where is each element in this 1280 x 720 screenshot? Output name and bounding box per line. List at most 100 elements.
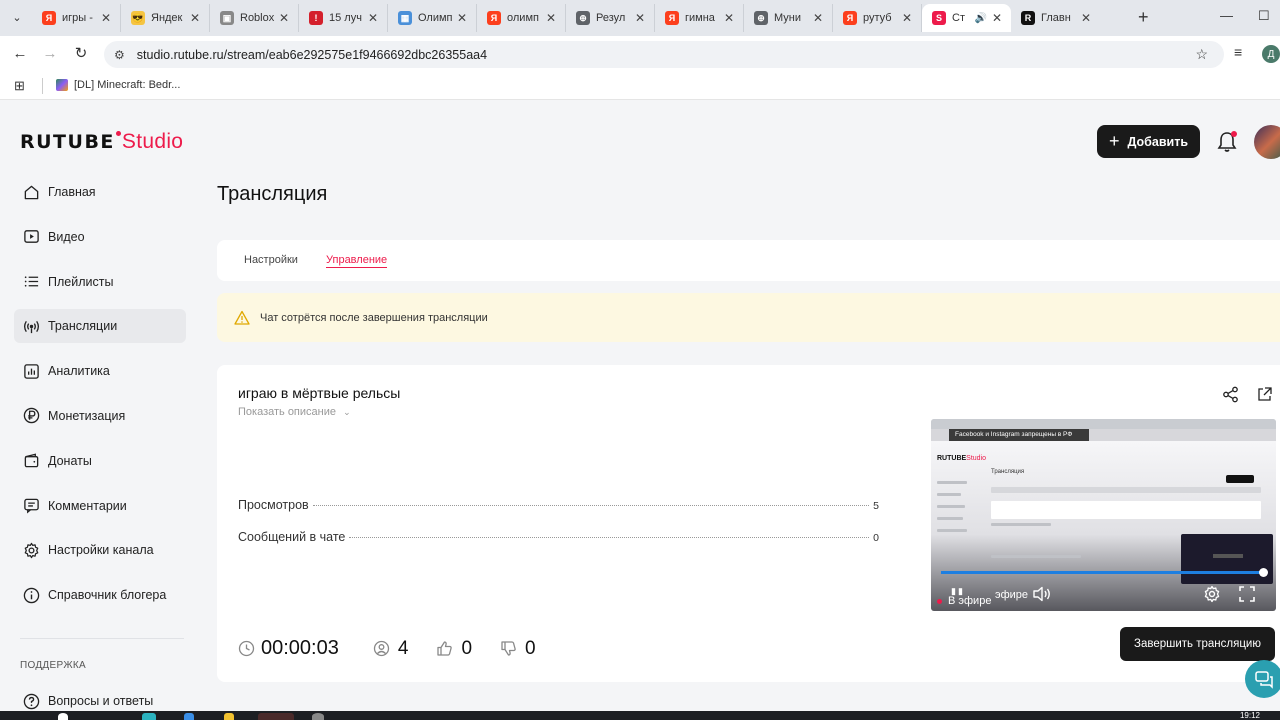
sidebar-item-label: Комментарии: [48, 498, 127, 513]
tab-favicon-icon: ▦: [398, 11, 412, 25]
browser-tab[interactable]: Ягимна ✕: [655, 4, 744, 32]
views-stat: Просмотров 5: [238, 498, 879, 512]
sidebar-item-info[interactable]: Справочник блогера: [14, 578, 186, 612]
start-icon[interactable]: [58, 713, 68, 720]
minimize-button[interactable]: —: [1220, 8, 1233, 23]
preview-progress-fill: [941, 571, 1263, 574]
sidebar-item-broadcast[interactable]: Трансляции: [14, 309, 186, 344]
browser-tab[interactable]: Яолимп ✕: [477, 4, 566, 32]
tab-audio-icon[interactable]: 🔊: [975, 13, 987, 24]
maximize-button[interactable]: ☐: [1258, 8, 1270, 24]
tab-settings[interactable]: Настройки: [244, 254, 298, 266]
new-tab-button[interactable]: +: [1138, 7, 1149, 28]
browser-tab[interactable]: Ярутуб ✕: [833, 4, 922, 32]
preview-line: [937, 505, 965, 508]
tab-close-icon[interactable]: ✕: [187, 11, 203, 25]
tab-title: 15 луч: [329, 12, 362, 24]
sidebar-item-label: Вопросы и ответы: [48, 694, 154, 708]
open-external-icon[interactable]: [1256, 386, 1273, 403]
sidebar-divider: [20, 638, 184, 639]
viewers-value: 4: [397, 637, 409, 659]
taskbar-app-icon[interactable]: [184, 713, 194, 720]
tab-close-icon[interactable]: ✕: [276, 11, 292, 25]
sidebar-item-ruble[interactable]: Монетизация: [14, 399, 186, 433]
sidebar-item-label: Плейлисты: [48, 274, 114, 289]
forward-button[interactable]: →: [40, 44, 60, 64]
sidebar-item-playlist[interactable]: Плейлисты: [14, 265, 186, 299]
tab-search-button[interactable]: ⌄: [6, 8, 28, 28]
tab-close-icon[interactable]: ✕: [365, 11, 381, 25]
rutube-studio-logo[interactable]: RUTUBE Studio: [20, 130, 183, 154]
tab-close-icon[interactable]: ✕: [810, 11, 826, 25]
clock-icon: [238, 640, 255, 657]
tab-close-icon[interactable]: ✕: [899, 11, 915, 25]
user-avatar[interactable]: [1254, 125, 1280, 159]
tab-title: олимп: [507, 12, 539, 24]
sidebar-item-home[interactable]: Главная: [14, 175, 186, 209]
bookmark-item[interactable]: [DL] Minecraft: Bedr...: [56, 79, 180, 91]
warning-text: Чат сотрётся после завершения трансляции: [260, 311, 488, 324]
tab-close-icon[interactable]: ✕: [543, 11, 559, 25]
sidebar-item-analytics[interactable]: Аналитика: [14, 354, 186, 388]
browser-tab[interactable]: Яигры - ✕: [32, 4, 121, 32]
preview-progress-bar[interactable]: [941, 568, 1268, 577]
sidebar-item-gear[interactable]: Настройки канала: [14, 533, 186, 567]
live-dot: [937, 598, 942, 604]
share-icon[interactable]: [1222, 386, 1239, 403]
sidebar-item-video[interactable]: Видео: [14, 220, 186, 254]
url-field[interactable]: ⚙ studio.rutube.ru/stream/eab6e292575e1f…: [104, 41, 1224, 68]
add-button[interactable]: + Добавить: [1097, 125, 1200, 158]
profile-avatar[interactable]: Д: [1262, 45, 1280, 63]
reload-button[interactable]: ↻: [71, 44, 91, 64]
plus-icon: +: [1108, 131, 1120, 151]
browser-tab[interactable]: S Ст 🔊 ✕: [922, 4, 1011, 32]
end-stream-button[interactable]: Завершить трансляцию: [1120, 627, 1275, 661]
tab-close-icon[interactable]: ✕: [632, 11, 648, 25]
show-description-toggle[interactable]: Показать описание ⌄: [238, 406, 351, 418]
tab-favicon-icon: !: [309, 11, 323, 25]
back-button[interactable]: ←: [10, 44, 30, 64]
bookmark-label: [DL] Minecraft: Bedr...: [74, 79, 181, 91]
tab-favicon-icon: Я: [487, 11, 501, 25]
browser-tab-bar: ⌄ Яигры - ✕ 😎 Яндек ✕ ▣ Roblox ✕! 15 луч ✕ ▦ Олимп ✕…: [0, 0, 1280, 36]
taskbar-app-icon[interactable]: [312, 713, 324, 720]
live-indicator: В эфире: [937, 595, 991, 607]
taskbar-app-icon[interactable]: [258, 713, 294, 720]
tab-close-icon[interactable]: ✕: [1078, 11, 1094, 25]
bookmark-star-icon[interactable]: ☆: [1195, 46, 1208, 63]
chat-messages-value: 0: [873, 532, 879, 544]
browser-tab[interactable]: ⊕ Резул ✕: [566, 4, 655, 32]
browser-tab[interactable]: R Главн ✕: [1011, 4, 1100, 32]
media-control-icon[interactable]: ≡: [1234, 44, 1242, 60]
views-value: 5: [873, 500, 879, 512]
browser-tab[interactable]: ▦ Олимп ✕: [388, 4, 477, 32]
tab-favicon-icon: S: [932, 11, 946, 25]
browser-tab[interactable]: ⊕ Муни ✕: [744, 4, 833, 32]
tab-management[interactable]: Управление: [326, 254, 388, 268]
support-chat-button[interactable]: [1245, 660, 1280, 698]
sidebar-item-wallet[interactable]: Донаты: [14, 444, 186, 478]
taskbar-app-icon[interactable]: [224, 713, 234, 720]
stream-preview-player[interactable]: Facebook и Instagram запрещены в РФ RUTU…: [931, 419, 1276, 611]
tab-close-icon[interactable]: ✕: [989, 11, 1005, 25]
wallet-icon: [22, 452, 40, 470]
tab-close-icon[interactable]: ✕: [454, 11, 470, 25]
tab-favicon-icon: ⊕: [576, 11, 590, 25]
preview-progress-knob[interactable]: [1258, 568, 1268, 577]
volume-icon[interactable]: [1032, 586, 1052, 602]
settings-gear-icon[interactable]: [1203, 585, 1221, 603]
tab-close-icon[interactable]: ✕: [98, 11, 114, 25]
apps-grid-icon[interactable]: ⊞: [14, 78, 25, 94]
fullscreen-icon[interactable]: [1238, 585, 1256, 603]
tab-favicon-icon: Я: [665, 11, 679, 25]
tab-close-icon[interactable]: ✕: [721, 11, 737, 25]
taskbar-app-icon[interactable]: [142, 713, 156, 720]
sidebar-item-comment[interactable]: Комментарии: [14, 489, 186, 523]
preview-line: [991, 501, 1261, 519]
browser-tab[interactable]: ! 15 луч ✕: [299, 4, 388, 32]
preview-add-button: [1226, 475, 1254, 483]
site-info-icon[interactable]: ⚙: [114, 48, 125, 62]
dislikes-value: 0: [525, 637, 536, 659]
browser-tab[interactable]: 😎 Яндек ✕: [121, 4, 210, 32]
browser-tab[interactable]: ▣ Roblox ✕: [210, 4, 299, 32]
